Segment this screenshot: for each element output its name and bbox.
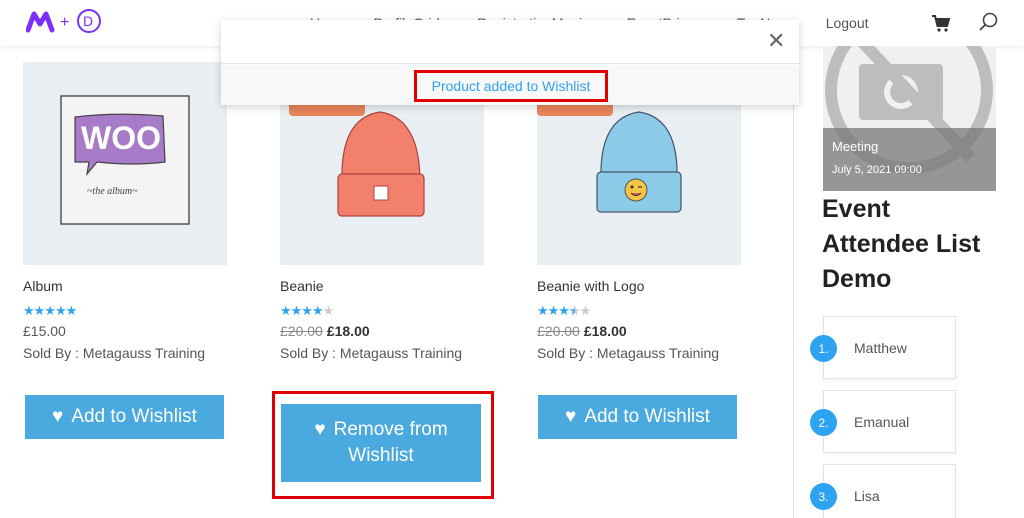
album-cover-logo: WOO (81, 120, 161, 156)
product-name[interactable]: Beanie (280, 278, 324, 294)
attendee-number: 3. (810, 483, 837, 510)
star-rating: ★★★★★ (280, 303, 334, 318)
product-price: £20.00 £18.00 (537, 323, 627, 339)
attendee-card[interactable]: 3. Lisa (810, 464, 956, 518)
wishlist-notification-modal: ✕ Product added to Wishlist (221, 20, 799, 105)
product-name[interactable]: Album (23, 278, 63, 294)
product-image-album[interactable]: WOO ~the album~ (23, 62, 227, 265)
remove-from-wishlist-button[interactable]: ♥ Remove from Wishlist (281, 404, 481, 482)
svg-text:D: D (83, 13, 93, 29)
nav-item-logout[interactable]: Logout (826, 15, 869, 31)
attendee-card[interactable]: 1. Matthew (810, 316, 956, 379)
product-card-album: WOO ~the album~ Album ★★★★★ £15.00 Sold … (23, 62, 228, 361)
search-icon[interactable] (976, 10, 1000, 34)
heart-icon: ♥ (314, 419, 326, 440)
event-date: July 5, 2021 09:00 (832, 164, 922, 176)
event-caption-overlay (823, 128, 996, 191)
heart-icon: ♥ (565, 406, 577, 427)
star-rating: ★★★★★ (537, 303, 591, 318)
sold-by-label: Sold By : Metagauss Training (23, 345, 206, 361)
event-name[interactable]: Meeting (832, 139, 878, 154)
modal-header: ✕ (221, 20, 799, 64)
attendee-card[interactable]: 2. Emanual (810, 390, 956, 453)
svg-text:+: + (60, 14, 69, 31)
sold-by-label: Sold By : Metagauss Training (280, 345, 463, 361)
wishlist-message: Product added to Wishlist (414, 70, 608, 102)
add-to-wishlist-button[interactable]: ♥ Add to Wishlist (25, 395, 224, 439)
site-logo[interactable]: + D (25, 8, 106, 36)
event-image[interactable]: Meeting July 5, 2021 09:00 (823, 46, 996, 191)
star-rating: ★★★★★ (23, 303, 77, 318)
attendee-name: Emanual (854, 414, 910, 430)
attendee-number: 1. (810, 335, 837, 362)
sold-by-label: Sold By : Metagauss Training (537, 345, 720, 361)
cart-icon[interactable] (930, 12, 952, 34)
add-to-wishlist-button[interactable]: ♥ Add to Wishlist (538, 395, 737, 439)
attendee-number: 2. (810, 409, 837, 436)
sidebar-title: Event Attendee List Demo (822, 195, 981, 293)
heart-icon: ♥ (52, 406, 64, 427)
attendee-name: Lisa (854, 488, 880, 504)
attendee-name: Matthew (854, 340, 907, 356)
close-icon[interactable]: ✕ (767, 30, 785, 52)
sidebar-divider (793, 46, 794, 518)
album-cover-subtitle: ~the album~ (87, 186, 138, 197)
product-price: £15.00 (23, 323, 66, 339)
product-name[interactable]: Beanie with Logo (537, 278, 644, 294)
product-price: £20.00 £18.00 (280, 323, 370, 339)
